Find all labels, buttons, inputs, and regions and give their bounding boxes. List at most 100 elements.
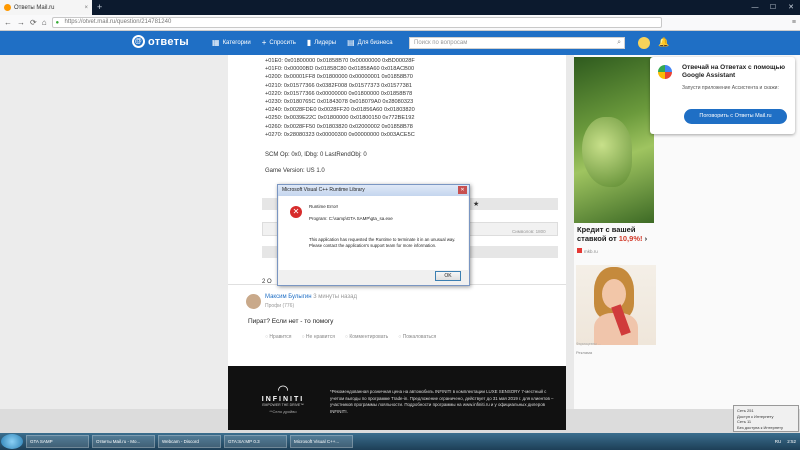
- dump-line: +0230: 0x0180765C 0x01843078 0x018079A0 …: [265, 99, 414, 106]
- mkb-logo-icon: [577, 248, 582, 253]
- menu-label: Спросить: [269, 39, 296, 46]
- ad-label: Реклама: [576, 350, 593, 355]
- forward-button[interactable]: →: [17, 18, 25, 27]
- infiniti-mark-icon: ◠: [277, 382, 289, 397]
- menu-icon[interactable]: ≡: [792, 19, 796, 26]
- tab-close-icon[interactable]: ×: [84, 5, 88, 11]
- new-tab-button[interactable]: +: [97, 2, 102, 12]
- dump-line: +0210: 0x01577366 0x0382F008 0x01577373 …: [265, 82, 412, 89]
- mkb-source[interactable]: mkb.ru: [577, 248, 598, 254]
- menu-item-categories[interactable]: ▦ Категории: [212, 38, 251, 47]
- menu-item-business[interactable]: ▤ Для бизнеса: [347, 38, 393, 47]
- browser-tab-strip: Ответы Mail.ru × + — ☐ ✕: [0, 0, 800, 15]
- site-header: @ ответы ▦ Категории + Спросить ▮ Лидеры ▤ Д…: [0, 31, 800, 55]
- network-notification[interactable]: Сеть 251 Доступ к Интернету Сеть 11 Без …: [733, 405, 799, 432]
- dump-line: +01E0: 0x01800000 0x01858B70 0x00000000 …: [265, 58, 415, 64]
- ad-disclaimer: *Рекомендованная розничная цена на автом…: [330, 389, 554, 414]
- chevron-right-icon: ›: [642, 234, 648, 243]
- answer-actions: Нравится Не нравится Комментировать Пожа…: [265, 334, 436, 340]
- site-logo[interactable]: @ ответы: [132, 35, 189, 48]
- maximize-button[interactable]: ☐: [764, 0, 782, 15]
- menu-item-ask[interactable]: + Спросить: [262, 38, 296, 47]
- notif-line: Без доступа к Интернету: [737, 424, 784, 430]
- popup-subtitle: Запусти приложение Ассистента и скажи:: [682, 85, 779, 91]
- url-text: https://otvet.mail.ru/question/214781240: [64, 19, 172, 25]
- plus-icon: +: [261, 38, 267, 47]
- char-counter: Символов: 1800: [512, 229, 546, 234]
- dump-line: +0220: 0x01577366 0x00000000 0x01800000 …: [265, 90, 413, 97]
- infiniti-tagline: EMPOWER THE DRIVE™: [262, 403, 304, 407]
- report-button[interactable]: Пожаловаться: [398, 334, 437, 340]
- search-placeholder: Поиск по вопросам: [414, 40, 468, 46]
- taskbar-button[interactable]: Ответы Mail.ru - Mo...: [92, 435, 155, 448]
- error-message: This application has requested the Runti…: [309, 237, 456, 248]
- mailru-favicon-icon: [4, 4, 11, 11]
- dump-line: +0240: 0x0028FDE0 0x0028FF20 0x01856A60 …: [265, 107, 415, 114]
- answer-time: 3 минуты назад: [313, 294, 357, 300]
- error-heading: Runtime Error!: [309, 204, 339, 209]
- search-icon[interactable]: ⌕: [617, 39, 621, 47]
- google-assistant-icon: [658, 65, 672, 79]
- menu-label: Для бизнеса: [357, 39, 393, 46]
- author-rank: Профи (776): [265, 303, 295, 309]
- start-button[interactable]: [1, 434, 23, 449]
- categories-icon: ▦: [212, 38, 220, 47]
- infiniti-logo: ◠ INFINITI EMPOWER THE DRIVE™ **Село дро…: [248, 382, 318, 414]
- system-tray: RU 2:52: [775, 439, 800, 444]
- taskbar-button[interactable]: GTA:SA:MP 0.3: [224, 435, 287, 448]
- taskbar-button[interactable]: Webcam - Discord: [158, 435, 221, 448]
- lock-icon: ●: [55, 20, 60, 26]
- infiniti-wordmark: INFINITI: [261, 396, 305, 403]
- clock[interactable]: 2:52: [787, 439, 796, 444]
- game-version: Game Version: US 1.0: [265, 168, 325, 174]
- address-bar[interactable]: ● https://otvet.mail.ru/question/2147812…: [51, 17, 662, 28]
- star-icon[interactable]: ★: [473, 200, 479, 208]
- talk-to-answers-button[interactable]: Поговорить с Ответы Mail.ru: [684, 109, 787, 124]
- comment-button[interactable]: Комментировать: [345, 334, 388, 340]
- dump-line: +01F0: 0x00000BD 0x01858C80 0x01858A60 0…: [265, 66, 415, 73]
- credit-line1: Кредит с вашей: [577, 225, 636, 234]
- crash-dump: +01E0: 0x01800000 0x01858B70 0x00000000 …: [265, 57, 415, 139]
- window-controls: — ☐ ✕: [746, 0, 800, 15]
- dump-line: +0250: 0x0039E22C 0x01800000 0x01800150 …: [265, 115, 415, 122]
- user-avatar[interactable]: [638, 37, 650, 49]
- dialog-titlebar[interactable]: Microsoft Visual C++ Runtime Library ✕: [278, 185, 469, 196]
- browser-navbar: ← → ⟳ ⌂ ● https://otvet.mail.ru/question…: [0, 15, 800, 31]
- popup-title: Отвечай на Ответах с помощью Google Assi…: [682, 64, 785, 79]
- avatar[interactable]: [246, 294, 261, 309]
- search-input[interactable]: Поиск по вопросам ⌕: [409, 37, 625, 49]
- business-icon: ▤: [347, 38, 355, 47]
- close-window-button[interactable]: ✕: [782, 0, 800, 15]
- ok-button[interactable]: OK: [435, 271, 461, 281]
- dislike-button[interactable]: Не нравится: [302, 334, 335, 340]
- at-logo-icon: @: [132, 35, 145, 48]
- error-icon: ✕: [290, 206, 302, 218]
- answer-author[interactable]: Максим Булыгин 3 минуты назад: [265, 294, 357, 300]
- language-indicator[interactable]: RU: [775, 439, 782, 444]
- windows-taskbar: GTA SAMP Ответы Mail.ru - Mo... Webcam -…: [0, 433, 800, 450]
- photo-face: [602, 279, 626, 309]
- back-button[interactable]: ←: [4, 18, 12, 27]
- credit-rate: 10,9%!: [618, 234, 643, 243]
- credit-ad-text[interactable]: Кредит с вашей ставкой от 10,9%! ›: [577, 225, 657, 243]
- dump-line: +0200: 0x00001FF8 0x01800000 0x00000001 …: [265, 74, 413, 81]
- reload-button[interactable]: ⟳: [30, 18, 37, 27]
- leaf-shape: [582, 117, 632, 187]
- infiniti-sub: **Село дройво: [269, 409, 297, 414]
- bell-icon[interactable]: 🔔: [658, 37, 669, 48]
- browser-tab[interactable]: Ответы Mail.ru ×: [0, 0, 92, 15]
- woman-ad-photo[interactable]: [576, 265, 656, 345]
- menu-item-leaders[interactable]: ▮ Лидеры: [307, 38, 336, 47]
- taskbar-button[interactable]: Microsoft Visual C++...: [290, 435, 353, 448]
- home-button[interactable]: ⌂: [42, 18, 47, 27]
- credit-prefix: ставкой от: [577, 234, 619, 243]
- minimize-button[interactable]: —: [746, 0, 764, 15]
- mkb-domain: mkb.ru: [584, 249, 598, 254]
- content-divider: [566, 55, 574, 409]
- menu-label: Категории: [222, 39, 251, 46]
- like-button[interactable]: Нравится: [265, 334, 291, 340]
- author-name[interactable]: Максим Булыгин: [265, 294, 312, 300]
- dialog-close-button[interactable]: ✕: [458, 186, 467, 194]
- assistant-popup: Отвечай на Ответах с помощью Google Assi…: [650, 57, 795, 134]
- taskbar-button[interactable]: GTA SAMP: [26, 435, 89, 448]
